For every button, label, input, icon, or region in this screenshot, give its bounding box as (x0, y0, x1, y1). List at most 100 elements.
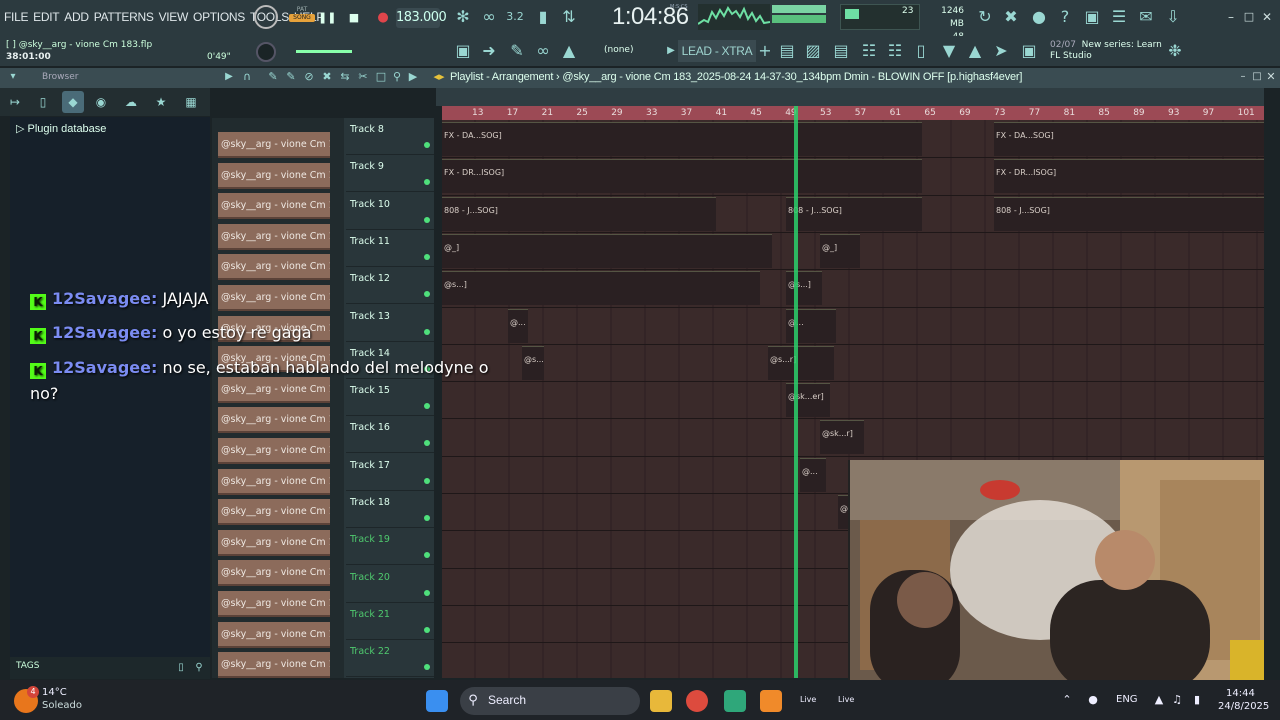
draw-tool-icon[interactable]: ✎ (506, 40, 528, 62)
cart-icon[interactable]: ▣ (1018, 40, 1040, 62)
track-led[interactable] (424, 253, 430, 260)
playlist-clip[interactable]: @sk...er] (786, 383, 830, 418)
volume-icon[interactable]: ♫ (1166, 689, 1188, 711)
live-app-1[interactable]: Live (800, 695, 816, 704)
track-header[interactable]: Track 16 (346, 416, 434, 454)
countdown-icon[interactable]: 3.2 (504, 6, 526, 28)
windows-start-icon[interactable] (426, 690, 448, 712)
taskbar-search[interactable] (460, 687, 640, 715)
clip-source-item[interactable]: @sky__arg - vione Cm 18... (218, 223, 330, 250)
record-button[interactable]: ● (374, 9, 392, 27)
browser-more-icon[interactable]: ▦ (180, 91, 202, 113)
master-pitch-knob[interactable] (256, 42, 276, 62)
clip-source-item[interactable]: @sky__arg - vione Cm 18... (218, 499, 330, 526)
track-header[interactable]: Track 20 (346, 566, 434, 603)
track-header[interactable]: Track 9 (346, 155, 434, 193)
mixer-icon[interactable]: ☰ (1108, 6, 1130, 28)
playlist-clip[interactable]: 808 - J...SOG] (786, 196, 922, 231)
pat-song-toggle[interactable]: PAT SONG (289, 6, 315, 30)
playhead[interactable] (794, 106, 798, 678)
render-icon[interactable]: ➤ (990, 40, 1012, 62)
wait-for-input-icon[interactable]: ∞ (478, 6, 500, 28)
track-led[interactable] (424, 328, 430, 335)
track-header[interactable]: Track 8 (346, 118, 434, 155)
channel-rack-icon[interactable]: ▨ (802, 40, 824, 62)
app-icon[interactable] (724, 690, 746, 712)
menu-patterns[interactable]: PATTERNS (94, 10, 154, 24)
piano-icon[interactable]: ▤ (830, 40, 852, 62)
track-led[interactable] (424, 179, 430, 186)
track-led[interactable] (424, 142, 430, 148)
file-icon[interactable]: ▯ (910, 40, 932, 62)
add-icon[interactable]: + (754, 40, 776, 62)
browser-world-icon[interactable]: ◉ (90, 91, 112, 113)
tools-icon[interactable]: ✖ (1000, 6, 1022, 28)
clip-source-item[interactable]: @sky__arg - vione Cm 18... (218, 407, 330, 434)
playlist-clip[interactable]: FX - DA...SOG] (442, 122, 922, 156)
pause-button[interactable]: ❚❚ (318, 9, 336, 27)
track-led[interactable] (424, 552, 430, 559)
search-tags-icon[interactable]: ⚲ (188, 659, 210, 677)
hint-icon[interactable]: ▲ (964, 40, 986, 62)
playlist-close-icon[interactable]: ✕ (1260, 68, 1280, 86)
playlist-clip[interactable]: @s...] (442, 271, 760, 306)
master-volume-knob[interactable] (254, 5, 278, 29)
step-edit-icon[interactable]: ▮ (532, 6, 554, 28)
browser-nav-icon[interactable]: ▾ (2, 68, 24, 86)
tempo-display[interactable]: 183.000 (396, 8, 447, 28)
track-led[interactable] (424, 515, 430, 521)
magnet-icon[interactable]: ∩ (236, 68, 258, 86)
chevron-up-icon[interactable]: ⌃ (1056, 689, 1078, 711)
file-explorer-icon[interactable] (650, 690, 672, 712)
playlist-clip[interactable]: @... (800, 457, 826, 492)
menu-add[interactable]: ADD (64, 10, 89, 24)
playlist-clip[interactable]: @... (508, 308, 528, 343)
preset-selector[interactable]: LEAD - XTRA (678, 40, 756, 62)
live-app-2[interactable]: Live (838, 695, 854, 704)
playlist-clip[interactable]: @_] (442, 233, 772, 268)
clip-source-item[interactable]: @sky__arg - vione Cm 18... (218, 132, 330, 158)
loop-record-icon[interactable]: ⇅ (558, 6, 580, 28)
chrome-icon[interactable] (686, 690, 708, 712)
track-header[interactable]: Track 18 (346, 491, 434, 528)
track-header[interactable]: Track 21 (346, 603, 434, 640)
browser-star-icon[interactable]: ★ (150, 91, 172, 113)
piano-roll-icon[interactable]: ▣ (452, 40, 474, 62)
fl-studio-icon[interactable] (760, 690, 782, 712)
track-header[interactable]: Track 19 (346, 528, 434, 566)
track-header[interactable]: Track 11 (346, 230, 434, 267)
playlist-clip[interactable]: @s...r] (522, 345, 544, 380)
download-icon[interactable]: ⇩ (1162, 6, 1184, 28)
track-led[interactable] (424, 216, 430, 223)
clip-source-item[interactable]: @sky__arg - vione Cm 18... (218, 621, 330, 648)
playlist-clip[interactable]: FX - DR...ISOG] (442, 159, 922, 194)
news-panel[interactable]: 02/07 New series: Learn FL Studio (1050, 40, 1162, 62)
track-header[interactable]: Track 17 (346, 454, 434, 491)
microphone-icon[interactable]: ● (1028, 6, 1050, 28)
track-led[interactable] (424, 664, 430, 671)
battery-icon[interactable]: ▮ (1186, 689, 1208, 711)
master-volume-slider[interactable] (296, 50, 352, 53)
clip-source-item[interactable]: @sky__arg - vione Cm 18... (218, 254, 330, 281)
track-header[interactable]: Track 22 (346, 640, 434, 678)
clip-source-item[interactable]: @sky__arg - vione Cm 18... (218, 468, 330, 495)
plugin-icon[interactable]: ▼ (938, 40, 960, 62)
playlist-clip[interactable]: @s...] (786, 271, 822, 306)
timeline-overview[interactable] (436, 88, 1264, 106)
clip-source-item[interactable]: @sky__arg - vione Cm 18... (218, 560, 330, 587)
playlist-clip[interactable]: 808 - J...SOG] (442, 196, 716, 231)
tray-mic-icon[interactable]: ● (1082, 689, 1104, 711)
clip-source-item[interactable]: @sky__arg - vione Cm 18... (218, 591, 330, 617)
chat-icon[interactable]: ✉ (1135, 6, 1157, 28)
playlist-clip[interactable]: FX - DR...ISOG] (994, 159, 1264, 194)
track-led[interactable] (424, 477, 430, 484)
browser-plugins-icon[interactable]: ◆ (62, 91, 84, 113)
menu-options[interactable]: OPTIONS (193, 10, 245, 24)
menu-file[interactable]: FILE (4, 10, 28, 24)
clip-source-item[interactable]: @sky__arg - vione Cm 18... (218, 438, 330, 464)
browser-files-icon[interactable]: ▯ (32, 91, 54, 113)
mixer-view-icon[interactable]: ☷ (858, 40, 880, 62)
arrow-right-icon[interactable]: ➜ (478, 40, 500, 62)
stamp-icon[interactable]: ▲ (558, 40, 580, 62)
stop-button[interactable]: ■ (345, 9, 363, 27)
